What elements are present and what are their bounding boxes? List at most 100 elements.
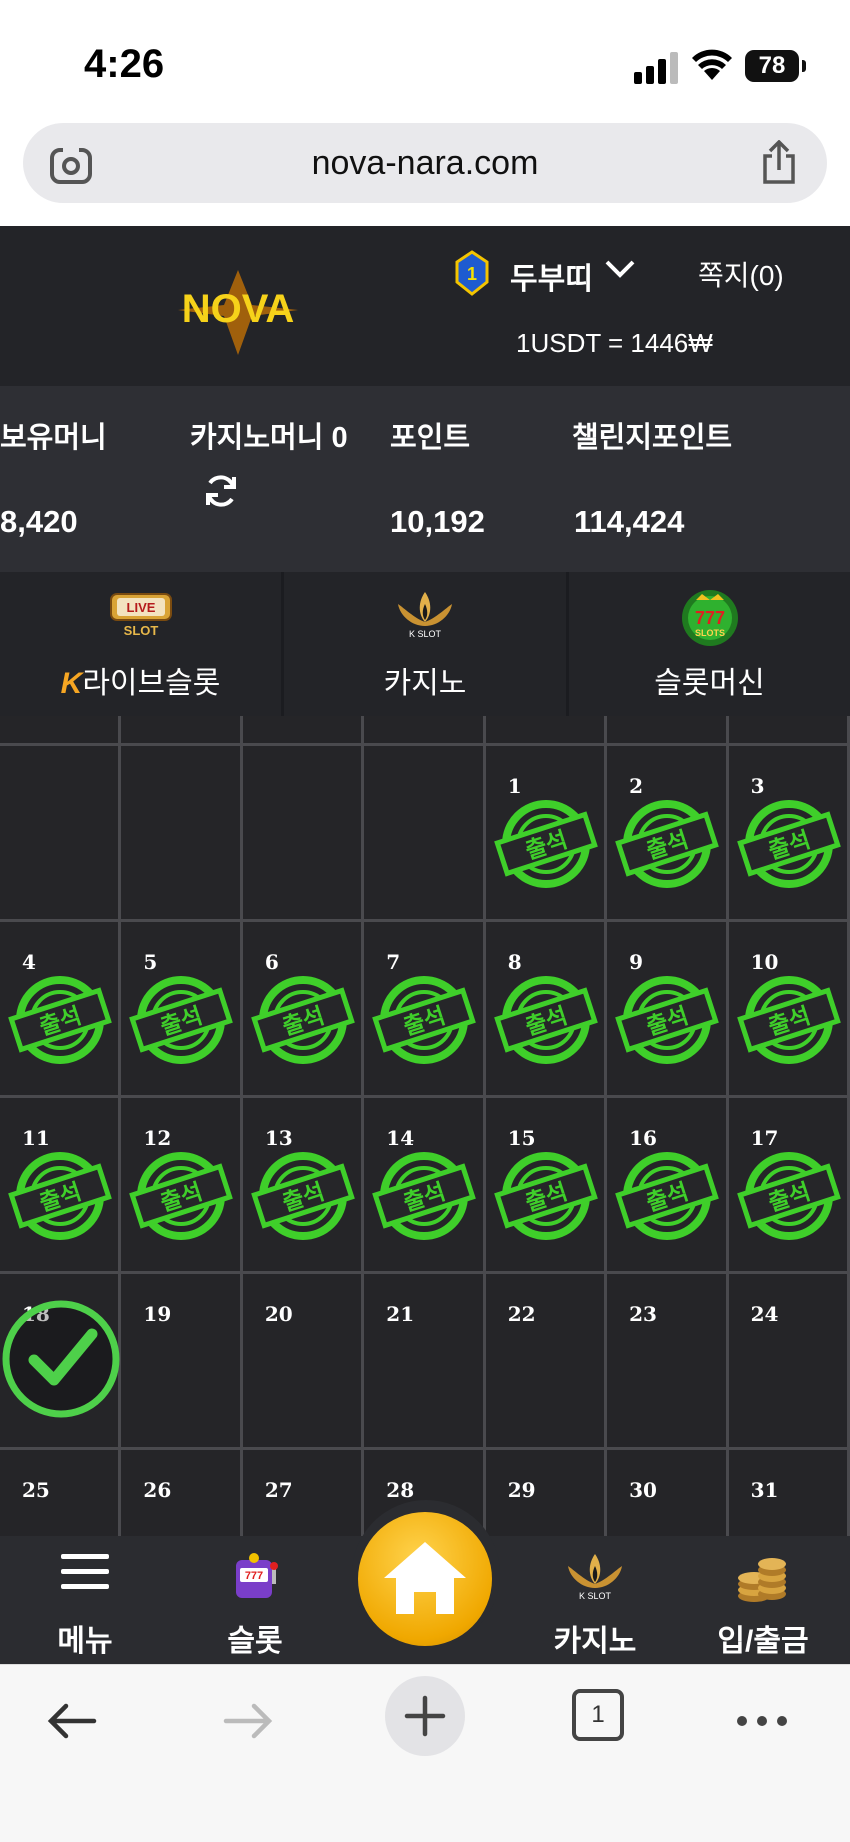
- more-options-icon[interactable]: [732, 1693, 792, 1749]
- tab-live-slot-label: K라이브슬롯: [60, 667, 221, 700]
- share-icon[interactable]: [759, 140, 799, 186]
- tab-casino[interactable]: K SLOT 카지노: [284, 572, 566, 716]
- day-number: 23: [629, 1302, 657, 1326]
- svg-text:777: 777: [245, 1570, 263, 1582]
- home-button[interactable]: [358, 1512, 492, 1646]
- calendar-empty-cell: [242, 746, 365, 922]
- calendar-day-cell[interactable]: 18: [0, 1274, 122, 1450]
- calendar-day-cell[interactable]: 27: [242, 1450, 365, 1536]
- chevron-down-icon[interactable]: [604, 258, 636, 280]
- nav-casino[interactable]: K SLOT 카지노: [520, 1536, 670, 1664]
- balance-value-money: 8,420: [0, 504, 78, 539]
- calendar-day-cell[interactable]: 1 출석: [485, 746, 608, 922]
- day-number: 29: [507, 1478, 536, 1502]
- calendar-day-cell[interactable]: 10 출석: [728, 922, 850, 1098]
- hamburger-icon: [61, 1554, 109, 1589]
- calendar-day-cell[interactable]: 26: [121, 1450, 243, 1536]
- day-number: 20: [264, 1302, 293, 1326]
- calendar-day-cell[interactable]: 16 출석: [607, 1098, 729, 1274]
- calendar-day-cell[interactable]: 3 출석: [728, 746, 850, 922]
- nova-logo[interactable]: NOVA: [148, 260, 328, 360]
- site-header: NOVA 1 두부띠 쪽지(0) 1USDT = 1446₩: [0, 226, 850, 386]
- calendar-day-cell[interactable]: 24: [728, 1274, 850, 1450]
- balance-label-challenge: 챌린지포인트: [572, 422, 733, 454]
- url-text[interactable]: nova-nara.com: [23, 144, 827, 183]
- live-slot-icon: LIVE SLOT: [109, 593, 172, 638]
- calendar-day-cell[interactable]: 22: [485, 1274, 608, 1450]
- attendance-stamp-icon: 출석: [736, 800, 841, 888]
- new-tab-icon[interactable]: [384, 1675, 466, 1757]
- svg-text:1: 1: [467, 264, 477, 284]
- balance-panel: 보유머니 8,420 카지노머니 0 포인트 10,192 챌린지포인트 114…: [0, 386, 850, 572]
- k-badge-icon: K: [60, 667, 83, 700]
- day-number: 26: [143, 1478, 172, 1502]
- tab-slot-machine-label: 슬롯머신: [654, 667, 765, 700]
- calendar-day-cell[interactable]: 7 출석: [364, 922, 486, 1098]
- attendance-stamp-icon: 출석: [493, 976, 598, 1064]
- nav-deposit-withdraw-label: 입/출금: [717, 1625, 809, 1658]
- today-check-icon: [2, 1300, 120, 1418]
- attendance-stamp-icon: 출석: [251, 976, 355, 1064]
- calendar-day-cell[interactable]: 30: [607, 1450, 729, 1536]
- calendar-day-cell[interactable]: 21: [364, 1274, 486, 1450]
- calendar-day-cell[interactable]: 9 출석: [607, 922, 729, 1098]
- forward-arrow-icon[interactable]: [220, 1693, 276, 1749]
- k-slot-lotus-icon: K SLOT: [398, 592, 452, 639]
- attendance-calendar: 1 출석 2 출석 3 출석 4 출석 5 출석 6 출석 7 출석 8 출석 9 출석 10 출석 11 출석 12 출석 1…: [0, 716, 850, 1536]
- calendar-day-cell[interactable]: 4 출석: [0, 922, 122, 1098]
- attendance-stamp-icon: 출석: [736, 976, 841, 1064]
- calendar-header-cell: [242, 716, 365, 746]
- calendar-header-cell: [607, 716, 729, 746]
- calendar-day-cell[interactable]: 17 출석: [728, 1098, 850, 1274]
- day-number: 19: [143, 1302, 172, 1326]
- calendar-day-cell[interactable]: 15 출석: [485, 1098, 608, 1274]
- tab-switcher-icon[interactable]: 1: [572, 1689, 624, 1741]
- calendar-day-cell[interactable]: 8 출석: [485, 922, 608, 1098]
- tab-slot-machine[interactable]: 777 SLOTS 슬롯머신: [569, 572, 850, 716]
- refresh-icon[interactable]: [202, 472, 240, 510]
- messages-link[interactable]: 쪽지(0): [698, 254, 784, 294]
- svg-text:K SLOT: K SLOT: [409, 629, 442, 639]
- attendance-stamp-icon: 출석: [615, 976, 719, 1064]
- calendar-header-cell: [728, 716, 850, 746]
- svg-text:K SLOT: K SLOT: [579, 1591, 612, 1601]
- address-bar[interactable]: nova-nara.com: [23, 123, 827, 203]
- calendar-header-cell: [121, 716, 243, 746]
- calendar-day-cell[interactable]: 13 출석: [242, 1098, 365, 1274]
- calendar-day-cell[interactable]: 5 출석: [121, 922, 243, 1098]
- calendar-day-cell[interactable]: 19: [121, 1274, 243, 1450]
- battery-icon: 78: [745, 50, 806, 82]
- calendar-day-cell[interactable]: 14 출석: [364, 1098, 486, 1274]
- calendar-day-cell[interactable]: 2 출석: [607, 746, 729, 922]
- attendance-stamp-icon: 출석: [372, 976, 477, 1064]
- calendar-day-cell[interactable]: 12 출석: [121, 1098, 243, 1274]
- calendar-day-cell[interactable]: 20: [242, 1274, 365, 1450]
- calendar-day-cell[interactable]: 6 출석: [242, 922, 365, 1098]
- nav-menu[interactable]: 메뉴: [10, 1536, 160, 1664]
- calendar-day-cell[interactable]: 29: [485, 1450, 608, 1536]
- status-bar: 4:26 78: [0, 0, 850, 122]
- exchange-rate: 1USDT = 1446₩: [516, 328, 713, 358]
- tab-casino-label: 카지노: [383, 667, 467, 700]
- svg-text:SLOT: SLOT: [123, 623, 158, 638]
- balance-label-money: 보유머니: [0, 422, 107, 454]
- day-number: 21: [386, 1302, 415, 1326]
- attendance-stamp-icon: 출석: [615, 800, 719, 888]
- calendar-day-cell[interactable]: 31: [728, 1450, 850, 1536]
- 777-slots-icon: 777 SLOTS: [681, 590, 738, 646]
- nav-slot[interactable]: 777 슬롯: [180, 1536, 330, 1664]
- calendar-day-cell[interactable]: 23: [607, 1274, 729, 1450]
- username[interactable]: 두부띠: [510, 254, 593, 298]
- calendar-day-cell[interactable]: 25: [0, 1450, 122, 1536]
- calendar-header-cell: [485, 716, 608, 746]
- balance-label-casino: 카지노머니 0: [190, 422, 348, 454]
- logo-text: NOVA: [182, 287, 295, 331]
- back-arrow-icon[interactable]: [44, 1693, 100, 1749]
- svg-text:SLOTS: SLOTS: [694, 628, 724, 638]
- attendance-stamp-icon: 출석: [8, 1152, 112, 1240]
- nav-deposit-withdraw[interactable]: 입/출금: [688, 1536, 838, 1664]
- coins-icon: [738, 1558, 786, 1602]
- category-tabs: LIVE SLOT K라이브슬롯 K SLOT 카지노 777 SLOTS 슬롯…: [0, 572, 850, 716]
- calendar-day-cell[interactable]: 11 출석: [0, 1098, 122, 1274]
- tab-live-slot[interactable]: LIVE SLOT K라이브슬롯: [0, 572, 281, 716]
